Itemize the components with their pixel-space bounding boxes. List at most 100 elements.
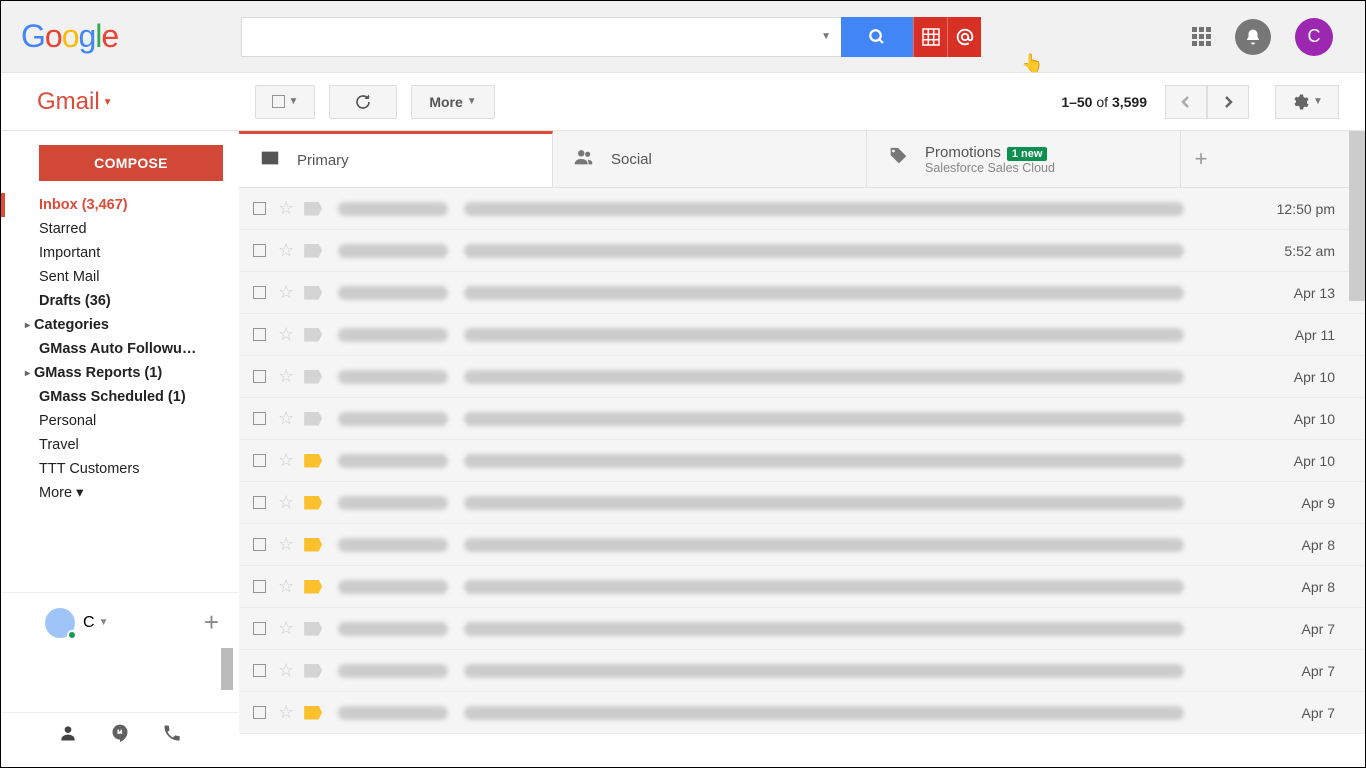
sidebar-item[interactable]: ▸Categories [1,313,239,337]
email-row[interactable]: ☆Apr 13 [239,272,1365,314]
star-icon[interactable]: ☆ [278,618,294,639]
select-all-button[interactable]: ▼ [255,85,315,119]
row-checkbox[interactable] [253,412,266,425]
row-checkbox[interactable] [253,496,266,509]
email-row[interactable]: ☆Apr 11 [239,314,1365,356]
phone-icon[interactable] [162,723,182,749]
row-checkbox[interactable] [253,538,266,551]
sidebar-item[interactable]: GMass Scheduled (1) [1,385,239,409]
compose-button[interactable]: COMPOSE [39,145,223,181]
sidebar-item[interactable]: Personal [1,409,239,433]
sidebar-item[interactable]: Sent Mail [1,265,239,289]
search-input-wrap[interactable]: ▼ [241,17,841,57]
star-icon[interactable]: ☆ [278,702,294,723]
importance-marker-icon[interactable] [304,706,322,720]
gmail-dropdown[interactable]: Gmail▼ [1,88,201,116]
tag-icon [887,146,909,173]
email-row[interactable]: ☆Apr 7 [239,650,1365,692]
email-row[interactable]: ☆5:52 am [239,230,1365,272]
row-checkbox[interactable] [253,328,266,341]
star-icon[interactable]: ☆ [278,366,294,387]
sidebar-item[interactable]: TTT Customers [1,457,239,481]
importance-marker-icon[interactable] [304,286,322,300]
search-input[interactable] [252,28,821,46]
importance-marker-icon[interactable] [304,412,322,426]
star-icon[interactable]: ☆ [278,576,294,597]
email-row[interactable]: ☆12:50 pm [239,188,1365,230]
gmass-grid-button[interactable] [913,17,947,57]
refresh-button[interactable] [329,85,397,119]
row-checkbox[interactable] [253,580,266,593]
page-count[interactable]: 1–50 of 3,599 [1061,94,1147,110]
account-avatar[interactable]: C [1295,18,1333,56]
search-button[interactable] [841,17,913,57]
importance-marker-icon[interactable] [304,202,322,216]
tab-social[interactable]: Social [553,131,867,187]
hangouts-user-label: C [83,614,95,632]
row-checkbox[interactable] [253,706,266,719]
importance-marker-icon[interactable] [304,328,322,342]
importance-marker-icon[interactable] [304,370,322,384]
apps-icon[interactable] [1192,27,1211,46]
email-row[interactable]: ☆Apr 7 [239,692,1365,734]
hangouts-icon[interactable] [110,723,130,749]
search-dropdown-icon[interactable]: ▼ [821,31,831,42]
email-row[interactable]: ☆Apr 8 [239,524,1365,566]
sidebar-item[interactable]: Inbox (3,467) [1,193,239,217]
logo-g2: g [78,18,95,54]
email-row[interactable]: ☆Apr 10 [239,356,1365,398]
tab-primary[interactable]: Primary [239,131,553,187]
importance-marker-icon[interactable] [304,664,322,678]
gmass-at-button[interactable] [947,17,981,57]
row-checkbox[interactable] [253,664,266,677]
sidebar-item[interactable]: GMass Auto Followu… [1,337,239,361]
sidebar-item[interactable]: Starred [1,217,239,241]
page-scrollbar[interactable] [1349,131,1365,301]
row-checkbox[interactable] [253,202,266,215]
importance-marker-icon[interactable] [304,454,322,468]
more-button[interactable]: More▼ [411,85,495,119]
contacts-icon[interactable] [58,723,78,749]
next-page-button[interactable] [1207,85,1249,119]
settings-button[interactable]: ▼ [1275,85,1339,119]
row-checkbox[interactable] [253,370,266,383]
star-icon[interactable]: ☆ [278,240,294,261]
importance-marker-icon[interactable] [304,538,322,552]
star-icon[interactable]: ☆ [278,534,294,555]
email-row[interactable]: ☆Apr 10 [239,440,1365,482]
importance-marker-icon[interactable] [304,244,322,258]
sidebar-item[interactable]: Important [1,241,239,265]
sidebar-item-label: Starred [39,221,87,237]
star-icon[interactable]: ☆ [278,408,294,429]
importance-marker-icon[interactable] [304,580,322,594]
star-icon[interactable]: ☆ [278,660,294,681]
importance-marker-icon[interactable] [304,496,322,510]
email-row[interactable]: ☆Apr 8 [239,566,1365,608]
notifications-button[interactable] [1235,19,1271,55]
star-icon[interactable]: ☆ [278,282,294,303]
email-row[interactable]: ☆Apr 10 [239,398,1365,440]
sidebar-item[interactable]: Travel [1,433,239,457]
email-row[interactable]: ☆Apr 9 [239,482,1365,524]
importance-marker-icon[interactable] [304,622,322,636]
tab-promotions[interactable]: Promotions1 new Salesforce Sales Cloud [867,131,1181,187]
prev-page-button[interactable] [1165,85,1207,119]
star-icon[interactable]: ☆ [278,450,294,471]
row-checkbox[interactable] [253,454,266,467]
sidebar-item[interactable]: More ▾ [1,481,239,505]
star-icon[interactable]: ☆ [278,492,294,513]
row-checkbox[interactable] [253,286,266,299]
sidebar-item[interactable]: ▸GMass Reports (1) [1,361,239,385]
add-contact-button[interactable]: + [204,607,219,638]
hangouts-user[interactable]: C ▼ + [1,607,239,638]
row-checkbox[interactable] [253,244,266,257]
add-tab-button[interactable]: + [1181,131,1221,187]
star-icon[interactable]: ☆ [278,198,294,219]
email-row[interactable]: ☆Apr 7 [239,608,1365,650]
sub-header: Gmail▼ ▼ More▼ 1–50 of 3,599 ▼ [1,73,1365,131]
row-checkbox[interactable] [253,622,266,635]
star-icon[interactable]: ☆ [278,324,294,345]
sidebar-item[interactable]: Drafts (36) [1,289,239,313]
google-logo[interactable]: Google [21,18,241,55]
scrollbar[interactable] [221,648,233,690]
